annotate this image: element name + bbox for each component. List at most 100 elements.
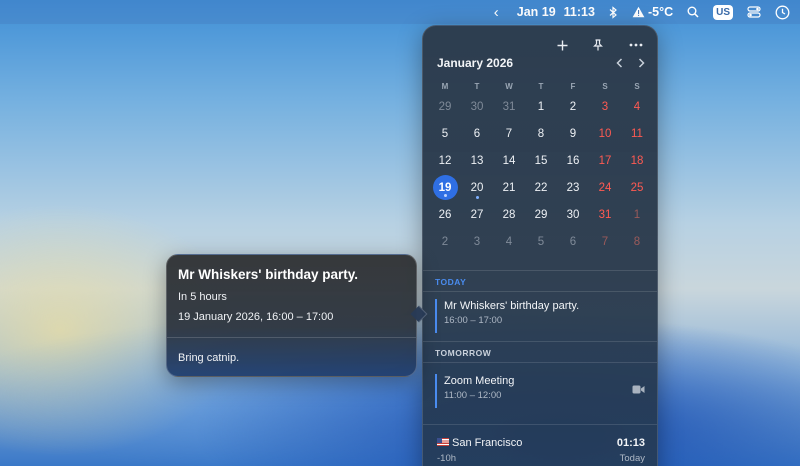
ellipsis-icon bbox=[629, 43, 643, 47]
calendar-day[interactable]: 31 bbox=[493, 93, 525, 120]
day-number: 18 bbox=[630, 154, 644, 167]
menubar-date-button[interactable]: Jan 19 11:13 bbox=[517, 0, 595, 24]
calendar-day[interactable]: 26 bbox=[429, 201, 461, 228]
calendar-day[interactable]: 24 bbox=[589, 174, 621, 201]
calendar-day[interactable]: 7 bbox=[589, 228, 621, 255]
calendar-day[interactable]: 18 bbox=[621, 147, 653, 174]
calendar-day[interactable]: 9 bbox=[557, 120, 589, 147]
divider bbox=[167, 337, 416, 338]
menubar-date: Jan 19 bbox=[516, 5, 556, 19]
menubar-bluetooth-button[interactable] bbox=[609, 0, 618, 24]
menubar-search-button[interactable] bbox=[687, 0, 699, 24]
calendar-day[interactable]: 28 bbox=[493, 201, 525, 228]
calendar-day[interactable]: 12 bbox=[429, 147, 461, 174]
menubar-input-source-button[interactable]: US bbox=[713, 0, 733, 24]
calendar-day[interactable]: 29 bbox=[525, 201, 557, 228]
world-clock-time: 01:13 bbox=[616, 437, 645, 449]
calendar-day[interactable]: 2 bbox=[557, 93, 589, 120]
calendar-day[interactable]: 11 bbox=[621, 120, 653, 147]
panel-header: January 2026 bbox=[423, 26, 657, 82]
day-number: 4 bbox=[633, 100, 641, 113]
day-number: 15 bbox=[534, 154, 548, 167]
calendar-day[interactable]: 17 bbox=[589, 147, 621, 174]
event-item-tomorrow[interactable]: Zoom Meeting 11:00 – 12:00 bbox=[435, 374, 647, 408]
calendar-day[interactable]: 20 bbox=[461, 174, 493, 201]
calendar-day[interactable]: 6 bbox=[557, 228, 589, 255]
calendar-day[interactable]: 21 bbox=[493, 174, 525, 201]
add-event-button[interactable] bbox=[551, 34, 573, 56]
calendar-day[interactable]: 8 bbox=[621, 228, 653, 255]
day-number: 25 bbox=[630, 181, 644, 194]
calendar-day[interactable]: 27 bbox=[461, 201, 493, 228]
calendar-day-today[interactable]: 19 bbox=[429, 174, 461, 201]
calendar-day[interactable]: 5 bbox=[525, 228, 557, 255]
day-number: 21 bbox=[502, 181, 516, 194]
chevron-left-icon: ‹ bbox=[493, 3, 499, 21]
day-number: 3 bbox=[473, 235, 481, 248]
event-title: Zoom Meeting bbox=[444, 375, 515, 387]
event-item-today[interactable]: Mr Whiskers' birthday party. 16:00 – 17:… bbox=[435, 299, 647, 333]
chevron-right-icon bbox=[638, 58, 645, 68]
menubar-clock-button[interactable] bbox=[775, 0, 790, 24]
next-month-button[interactable] bbox=[633, 55, 649, 71]
day-number: 7 bbox=[601, 235, 609, 248]
calendar-day[interactable]: 23 bbox=[557, 174, 589, 201]
menubar-weather-button[interactable]: -5°C bbox=[632, 0, 673, 24]
calendar-day[interactable]: 5 bbox=[429, 120, 461, 147]
day-number: 4 bbox=[505, 235, 513, 248]
calendar-day[interactable]: 29 bbox=[429, 93, 461, 120]
divider bbox=[423, 291, 657, 292]
calendar-day[interactable]: 25 bbox=[621, 174, 653, 201]
world-clock-city-wrap: San Francisco bbox=[437, 437, 522, 449]
day-number: 23 bbox=[566, 181, 580, 194]
us-flag-icon bbox=[437, 438, 449, 446]
menubar-control-center-button[interactable] bbox=[747, 0, 761, 24]
day-number: 16 bbox=[566, 154, 580, 167]
calendar-day[interactable]: 30 bbox=[557, 201, 589, 228]
calendar-day[interactable]: 31 bbox=[589, 201, 621, 228]
calendar-day[interactable]: 14 bbox=[493, 147, 525, 174]
calendar-day[interactable]: 30 bbox=[461, 93, 493, 120]
day-number: 6 bbox=[473, 127, 481, 140]
menubar-weather: -5°C bbox=[647, 5, 674, 19]
event-time: 11:00 – 12:00 bbox=[444, 390, 502, 401]
calendar-day[interactable]: 13 bbox=[461, 147, 493, 174]
warning-icon bbox=[632, 6, 645, 18]
calendar-day[interactable]: 4 bbox=[493, 228, 525, 255]
calendar-panel: January 2026 M T W T F S S 29 30 31 1 2 3 4 5 6 7… bbox=[422, 25, 658, 466]
calendar-day[interactable]: 16 bbox=[557, 147, 589, 174]
event-dot bbox=[443, 194, 447, 197]
calendar-day[interactable]: 2 bbox=[429, 228, 461, 255]
calendar-day[interactable]: 8 bbox=[525, 120, 557, 147]
calendar-day[interactable]: 10 bbox=[589, 120, 621, 147]
day-number: 29 bbox=[438, 100, 452, 113]
day-number: 30 bbox=[470, 100, 484, 113]
tomorrow-header: TOMORROW bbox=[435, 348, 492, 358]
pin-button[interactable] bbox=[587, 34, 609, 56]
day-number: 6 bbox=[569, 235, 577, 248]
calendar-day[interactable]: 4 bbox=[621, 93, 653, 120]
calendar-day[interactable]: 22 bbox=[525, 174, 557, 201]
calendar-day[interactable]: 1 bbox=[621, 201, 653, 228]
calendar-day[interactable]: 3 bbox=[461, 228, 493, 255]
chevron-left-icon bbox=[615, 58, 622, 68]
day-number: 8 bbox=[633, 235, 641, 248]
calendar-day[interactable]: 15 bbox=[525, 147, 557, 174]
world-clock-row[interactable]: San Francisco -10h 01:13 Today bbox=[437, 436, 645, 466]
day-number: 5 bbox=[537, 235, 545, 248]
divider bbox=[423, 362, 657, 363]
day-number: 11 bbox=[631, 127, 643, 140]
event-detail-popover: Mr Whiskers' birthday party. In 5 hours … bbox=[166, 254, 417, 377]
day-number: 30 bbox=[566, 208, 580, 221]
previous-month-button[interactable] bbox=[611, 55, 627, 71]
more-options-button[interactable] bbox=[625, 34, 647, 56]
day-number: 31 bbox=[598, 208, 612, 221]
calendar-day[interactable]: 3 bbox=[589, 93, 621, 120]
menubar-chevron-button[interactable]: ‹ bbox=[494, 0, 499, 24]
video-camera-icon[interactable] bbox=[632, 385, 645, 394]
day-number: 13 bbox=[470, 154, 484, 167]
day-number: 26 bbox=[438, 208, 452, 221]
calendar-day[interactable]: 7 bbox=[493, 120, 525, 147]
calendar-day[interactable]: 6 bbox=[461, 120, 493, 147]
calendar-day[interactable]: 1 bbox=[525, 93, 557, 120]
